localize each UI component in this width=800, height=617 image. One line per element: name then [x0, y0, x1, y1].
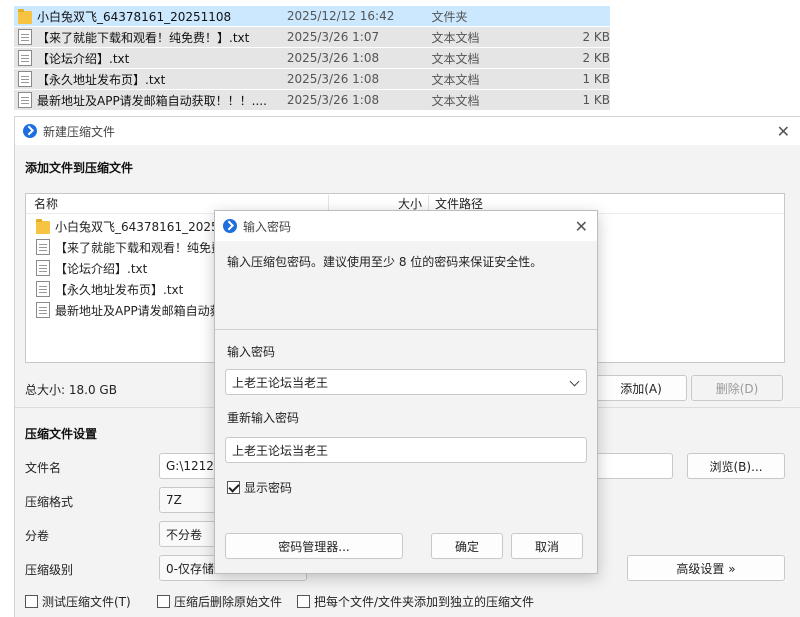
file-icon: [36, 281, 50, 297]
file-size: 2 KB: [582, 30, 610, 44]
file-type: 文本文档: [431, 51, 480, 66]
format-label: 压缩格式: [25, 495, 74, 509]
add-button[interactable]: 添加(A): [595, 375, 687, 401]
file-icon: [18, 92, 32, 108]
folder-icon: [18, 8, 32, 24]
file-name: 小白兔双飞_64378161_20251108: [37, 9, 232, 24]
app-logo-icon: [223, 219, 237, 233]
file-name: 【来了就能下载和观看！纯免费！】.txt: [37, 30, 250, 45]
file-size: 1 KB: [582, 72, 610, 86]
checkbox-box[interactable]: [25, 595, 38, 608]
chevron-down-icon[interactable]: [569, 376, 580, 387]
close-icon[interactable]: ✕: [575, 217, 588, 236]
window-titlebar[interactable]: 新建压缩文件: [15, 117, 800, 145]
file-date: 2025/12/12 16:42: [286, 9, 395, 23]
dialog-title: 输入密码: [243, 219, 292, 234]
file-icon: [18, 50, 32, 66]
password-label: 输入密码: [227, 345, 276, 359]
ok-button[interactable]: 确定: [431, 533, 503, 559]
cancel-button[interactable]: 取消: [511, 533, 583, 559]
delete-after-compress-checkbox[interactable]: 压缩后删除原始文件: [157, 593, 282, 610]
checkbox-label: 压缩后删除原始文件: [174, 595, 283, 609]
explorer-row[interactable]: 【来了就能下载和观看！纯免费！】.txt 2025/3/26 1:07 文本文档…: [14, 27, 610, 47]
archive-settings-heading: 压缩文件设置: [25, 427, 98, 441]
show-password-checkbox[interactable]: 显示密码: [227, 479, 292, 496]
password-manager-button[interactable]: 密码管理器...: [225, 533, 403, 559]
checkbox-label: 把每个文件/文件夹添加到独立的压缩文件: [314, 595, 535, 609]
file-icon: [18, 71, 32, 87]
divider: [215, 329, 597, 330]
file-type: 文本文档: [431, 30, 480, 45]
file-icon: [36, 260, 50, 276]
explorer-row[interactable]: 最新地址及APP请发邮箱自动获取！！！.... 2025/3/26 1:08 文…: [14, 90, 610, 110]
checkbox-label: 显示密码: [244, 481, 293, 495]
file-icon: [18, 29, 32, 45]
file-size: 2 KB: [582, 51, 610, 65]
explorer-row[interactable]: 【永久地址发布页】.txt 2025/3/26 1:08 文本文档 1 KB: [14, 69, 610, 89]
file-date: 2025/3/26 1:08: [286, 72, 380, 86]
checkbox-box[interactable]: [157, 595, 170, 608]
close-icon[interactable]: ✕: [777, 122, 790, 141]
file-icon: [36, 302, 50, 318]
file-name: 最新地址及APP请发邮箱自动获取！！！....: [37, 93, 267, 108]
level-label: 压缩级别: [25, 563, 74, 577]
folder-icon: [36, 218, 50, 234]
explorer-row-folder[interactable]: 小白兔双飞_64378161_20251108 2025/12/12 16:42…: [14, 6, 610, 26]
file-date: 2025/3/26 1:08: [286, 51, 380, 65]
dialog-message: 输入压缩包密码。建议使用至少 8 位的密码来保证安全性。: [227, 255, 543, 269]
dialog-titlebar[interactable]: 输入密码: [215, 211, 597, 241]
advanced-settings-button[interactable]: 高级设置 »: [627, 555, 785, 581]
checkbox-box[interactable]: [297, 595, 310, 608]
checkbox-label: 测试压缩文件(T): [42, 595, 131, 609]
file-explorer-list: 小白兔双飞_64378161_20251108 2025/12/12 16:42…: [0, 0, 800, 112]
total-size: 总大小: 18.0 GB: [25, 383, 117, 397]
separate-archives-checkbox[interactable]: 把每个文件/文件夹添加到独立的压缩文件: [297, 593, 534, 610]
file-icon: [36, 239, 50, 255]
filename-label: 文件名: [25, 461, 62, 475]
delete-button[interactable]: 删除(D): [691, 375, 783, 401]
file-type: 文本文档: [431, 72, 480, 87]
password-dialog: 输入密码 ✕ 输入压缩包密码。建议使用至少 8 位的密码来保证安全性。 输入密码…: [214, 210, 598, 574]
explorer-row[interactable]: 【论坛介绍】.txt 2025/3/26 1:08 文本文档 2 KB: [14, 48, 610, 68]
file-date: 2025/3/26 1:07: [286, 30, 380, 44]
checkbox-box[interactable]: [227, 481, 240, 494]
password-value: 上老王论坛当老王: [232, 375, 329, 390]
file-size: 1 KB: [582, 93, 610, 107]
repeat-password-label: 重新输入密码: [227, 411, 300, 425]
file-type: 文件夹: [431, 9, 468, 24]
test-archive-checkbox[interactable]: 测试压缩文件(T): [25, 593, 131, 610]
repeat-password-input[interactable]: 上老王论坛当老王: [225, 437, 587, 463]
file-type: 文本文档: [431, 93, 480, 108]
password-input[interactable]: 上老王论坛当老王: [225, 369, 587, 395]
app-logo-icon: [23, 124, 37, 138]
browse-button[interactable]: 浏览(B)...: [687, 453, 785, 479]
add-files-heading: 添加文件到压缩文件: [25, 161, 134, 175]
file-date: 2025/3/26 1:08: [286, 93, 380, 107]
file-name: 【永久地址发布页】.txt: [37, 72, 166, 87]
volume-label: 分卷: [25, 529, 50, 543]
window-title: 新建压缩文件: [43, 124, 116, 139]
file-name: 【论坛介绍】.txt: [37, 51, 130, 66]
